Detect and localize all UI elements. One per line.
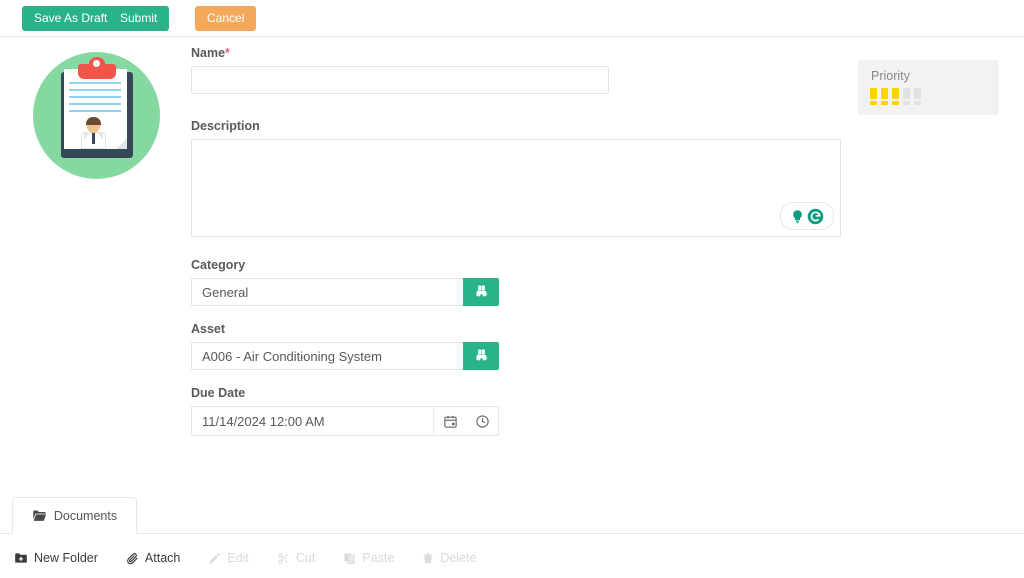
asset-field: Asset [191,322,499,370]
category-row [191,278,499,306]
category-field: Category [191,258,499,306]
asset-row [191,342,499,370]
folder-plus-icon [14,552,28,564]
priority-mark-3[interactable] [892,88,899,105]
tab-strip [0,533,1024,534]
paste-label: Paste [362,551,394,565]
calendar-icon [443,414,458,429]
due-date-row [191,406,499,436]
asset-lookup-button[interactable] [463,342,499,370]
priority-mark-4[interactable] [903,88,910,105]
header-toolbar: Save As Draft Submit Cancel [0,0,1024,37]
trash-icon [422,552,434,565]
new-folder-button[interactable]: New Folder [14,551,98,565]
due-date-time-button[interactable] [466,407,498,435]
due-date-field: Due Date [191,386,499,436]
clipboard-avatar-hair [86,117,101,125]
due-date-label: Due Date [191,386,499,400]
description-box [191,139,841,237]
edit-button: Edit [208,551,249,565]
paperclip-icon [126,552,139,565]
delete-label: Delete [440,551,476,565]
clipboard-text-line [69,103,121,105]
description-label: Description [191,119,841,133]
due-date-input[interactable] [192,407,433,435]
clipboard-text-line [69,82,121,84]
grammarly-widget[interactable] [780,202,834,230]
attach-button[interactable]: Attach [126,551,180,565]
clock-icon [475,414,490,429]
attach-label: Attach [145,551,180,565]
save-as-draft-button[interactable]: Save As Draft [22,6,119,31]
priority-marks[interactable] [870,88,921,105]
priority-mark-2[interactable] [881,88,888,105]
cut-label: Cut [296,551,315,565]
lightbulb-icon[interactable] [790,209,805,224]
new-folder-label: New Folder [34,551,98,565]
grammarly-g-icon[interactable] [807,208,824,225]
required-asterisk: * [225,46,230,60]
edit-label: Edit [227,551,249,565]
priority-mark-5[interactable] [914,88,921,105]
clipboard-avatar-collar [97,132,103,140]
clipboard-paper-corner [116,138,127,149]
tab-documents-label: Documents [54,509,117,523]
scissors-icon [277,552,290,565]
clipboard-text-line [69,89,121,91]
category-lookup-button[interactable] [463,278,499,306]
name-input[interactable] [191,66,609,94]
clipboard-text-line [69,96,121,98]
submit-button[interactable]: Submit [108,6,169,31]
due-date-calendar-button[interactable] [434,407,466,435]
clipboard-text-line [69,110,121,112]
clipboard-clasp-hole [93,60,100,67]
tab-documents[interactable]: Documents [12,497,137,534]
category-label: Category [191,258,499,272]
name-label: Name* [191,46,631,60]
clipboard-person-icon [33,52,160,179]
asset-input[interactable] [191,342,463,370]
priority-label: Priority [871,69,910,83]
description-textarea[interactable] [192,140,840,236]
binoculars-icon [473,284,490,301]
delete-button: Delete [422,551,476,565]
clipboard-avatar-collar [84,132,90,140]
clipboard-avatar-tie [92,132,95,144]
description-field: Description [191,119,841,237]
folder-icon [32,509,47,522]
name-field: Name* [191,46,631,94]
cancel-button[interactable]: Cancel [195,6,256,31]
pencil-icon [208,552,221,565]
priority-mark-1[interactable] [870,88,877,105]
documents-toolbar: New Folder Attach Edit [14,551,476,565]
clipboard-paste-icon [343,552,356,565]
paste-button: Paste [343,551,394,565]
binoculars-icon [473,348,490,365]
cut-button: Cut [277,551,315,565]
priority-panel[interactable]: Priority [858,60,999,115]
category-input[interactable] [191,278,463,306]
asset-label: Asset [191,322,499,336]
